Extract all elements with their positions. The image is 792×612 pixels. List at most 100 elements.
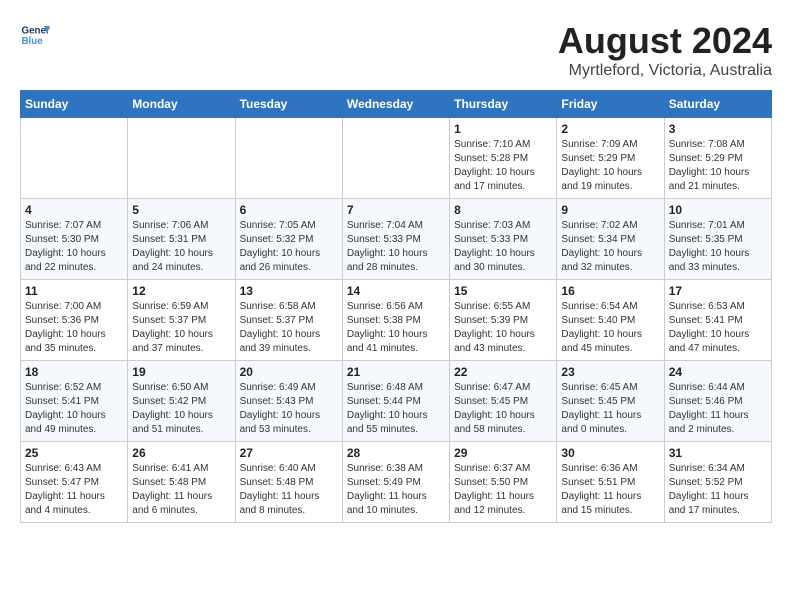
day-number: 29 — [454, 446, 552, 460]
col-saturday: Saturday — [664, 91, 771, 118]
calendar-cell: 27Sunrise: 6:40 AM Sunset: 5:48 PM Dayli… — [235, 442, 342, 523]
calendar-cell — [342, 118, 449, 199]
day-info: Sunrise: 6:53 AM Sunset: 5:41 PM Dayligh… — [669, 300, 767, 356]
day-info: Sunrise: 7:09 AM Sunset: 5:29 PM Dayligh… — [561, 138, 659, 194]
day-info: Sunrise: 7:06 AM Sunset: 5:31 PM Dayligh… — [132, 219, 230, 275]
day-number: 2 — [561, 122, 659, 136]
col-tuesday: Tuesday — [235, 91, 342, 118]
calendar-cell: 18 Sunrise: 6:52 AM Sunset: 5:41 PM Dayli… — [21, 361, 128, 442]
calendar-cell: 26Sunrise: 6:41 AM Sunset: 5:48 PM Dayli… — [128, 442, 235, 523]
day-info: Sunrise: 6:54 AM Sunset: 5:40 PM Dayligh… — [561, 300, 659, 356]
calendar-cell: 2 Sunrise: 7:09 AM Sunset: 5:29 PM Daylig… — [557, 118, 664, 199]
day-number: 1 — [454, 122, 552, 136]
calendar-cell: 31Sunrise: 6:34 AM Sunset: 5:52 PM Dayli… — [664, 442, 771, 523]
calendar-cell: 20Sunrise: 6:49 AM Sunset: 5:43 PM Dayli… — [235, 361, 342, 442]
day-number: 25 — [25, 446, 123, 460]
day-number: 5 — [132, 203, 230, 217]
col-wednesday: Wednesday — [342, 91, 449, 118]
day-info: Sunrise: 7:05 AM Sunset: 5:32 PM Dayligh… — [240, 219, 338, 275]
day-number: 12 — [132, 284, 230, 298]
day-number: 19 — [132, 365, 230, 379]
day-info: Sunrise: 7:02 AM Sunset: 5:34 PM Dayligh… — [561, 219, 659, 275]
calendar-table: Sunday Monday Tuesday Wednesday Thursday… — [20, 90, 772, 523]
day-number: 24 — [669, 365, 767, 379]
day-info: Sunrise: 7:07 AM Sunset: 5:30 PM Dayligh… — [25, 219, 123, 275]
col-thursday: Thursday — [450, 91, 557, 118]
calendar-cell: 23 Sunrise: 6:45 AM Sunset: 5:45 PM Dayli… — [557, 361, 664, 442]
day-number: 22 — [454, 365, 552, 379]
day-number: 13 — [240, 284, 338, 298]
calendar-cell: 14Sunrise: 6:56 AM Sunset: 5:38 PM Dayli… — [342, 280, 449, 361]
day-info: Sunrise: 6:49 AM Sunset: 5:43 PM Dayligh… — [240, 381, 338, 437]
day-number: 6 — [240, 203, 338, 217]
day-number: 31 — [669, 446, 767, 460]
day-info: Sunrise: 6:36 AM Sunset: 5:51 PM Dayligh… — [561, 462, 659, 518]
calendar-cell: 7 Sunrise: 7:04 AM Sunset: 5:33 PM Daylig… — [342, 199, 449, 280]
day-number: 30 — [561, 446, 659, 460]
calendar-title: August 2024 — [558, 20, 772, 62]
day-number: 9 — [561, 203, 659, 217]
calendar-cell: 4 Sunrise: 7:07 AM Sunset: 5:30 PM Daylig… — [21, 199, 128, 280]
day-number: 28 — [347, 446, 445, 460]
calendar-cell: 29 Sunrise: 6:37 AM Sunset: 5:50 PM Dayli… — [450, 442, 557, 523]
day-number: 11 — [25, 284, 123, 298]
day-info: Sunrise: 7:10 AM Sunset: 5:28 PM Dayligh… — [454, 138, 552, 194]
calendar-cell: 5 Sunrise: 7:06 AM Sunset: 5:31 PM Daylig… — [128, 199, 235, 280]
calendar-cell: 25 Sunrise: 6:43 AM Sunset: 5:47 PM Dayli… — [21, 442, 128, 523]
day-info: Sunrise: 7:01 AM Sunset: 5:35 PM Dayligh… — [669, 219, 767, 275]
day-number: 3 — [669, 122, 767, 136]
day-info: Sunrise: 6:56 AM Sunset: 5:38 PM Dayligh… — [347, 300, 445, 356]
day-info: Sunrise: 6:58 AM Sunset: 5:37 PM Dayligh… — [240, 300, 338, 356]
day-info: Sunrise: 7:04 AM Sunset: 5:33 PM Dayligh… — [347, 219, 445, 275]
week-row-3: 11 Sunrise: 7:00 AM Sunset: 5:36 PM Dayli… — [21, 280, 772, 361]
calendar-cell: 19 Sunrise: 6:50 AM Sunset: 5:42 PM Dayli… — [128, 361, 235, 442]
calendar-subtitle: Myrtleford, Victoria, Australia — [558, 62, 772, 80]
calendar-cell: 12 Sunrise: 6:59 AM Sunset: 5:37 PM Dayli… — [128, 280, 235, 361]
logo: General Blue — [20, 20, 50, 50]
calendar-header: Sunday Monday Tuesday Wednesday Thursday… — [21, 91, 772, 118]
day-info: Sunrise: 6:40 AM Sunset: 5:48 PM Dayligh… — [240, 462, 338, 518]
day-info: Sunrise: 6:50 AM Sunset: 5:42 PM Dayligh… — [132, 381, 230, 437]
day-info: Sunrise: 6:44 AM Sunset: 5:46 PM Dayligh… — [669, 381, 767, 437]
calendar-cell: 22Sunrise: 6:47 AM Sunset: 5:45 PM Dayli… — [450, 361, 557, 442]
day-info: Sunrise: 7:00 AM Sunset: 5:36 PM Dayligh… — [25, 300, 123, 356]
day-number: 4 — [25, 203, 123, 217]
day-info: Sunrise: 6:55 AM Sunset: 5:39 PM Dayligh… — [454, 300, 552, 356]
day-number: 18 — [25, 365, 123, 379]
col-monday: Monday — [128, 91, 235, 118]
logo-icon: General Blue — [20, 20, 50, 50]
header-row: Sunday Monday Tuesday Wednesday Thursday… — [21, 91, 772, 118]
day-info: Sunrise: 6:43 AM Sunset: 5:47 PM Dayligh… — [25, 462, 123, 518]
day-info: Sunrise: 6:48 AM Sunset: 5:44 PM Dayligh… — [347, 381, 445, 437]
calendar-cell: 21Sunrise: 6:48 AM Sunset: 5:44 PM Dayli… — [342, 361, 449, 442]
day-info: Sunrise: 6:59 AM Sunset: 5:37 PM Dayligh… — [132, 300, 230, 356]
calendar-cell: 6 Sunrise: 7:05 AM Sunset: 5:32 PM Daylig… — [235, 199, 342, 280]
calendar-cell: 3 Sunrise: 7:08 AM Sunset: 5:29 PM Daylig… — [664, 118, 771, 199]
week-row-5: 25 Sunrise: 6:43 AM Sunset: 5:47 PM Dayli… — [21, 442, 772, 523]
calendar-cell: 24 Sunrise: 6:44 AM Sunset: 5:46 PM Dayli… — [664, 361, 771, 442]
col-friday: Friday — [557, 91, 664, 118]
day-number: 17 — [669, 284, 767, 298]
calendar-cell: 11 Sunrise: 7:00 AM Sunset: 5:36 PM Dayli… — [21, 280, 128, 361]
day-number: 15 — [454, 284, 552, 298]
col-sunday: Sunday — [21, 91, 128, 118]
svg-text:Blue: Blue — [22, 36, 44, 47]
day-number: 23 — [561, 365, 659, 379]
day-info: Sunrise: 7:03 AM Sunset: 5:33 PM Dayligh… — [454, 219, 552, 275]
day-info: Sunrise: 6:38 AM Sunset: 5:49 PM Dayligh… — [347, 462, 445, 518]
day-info: Sunrise: 6:45 AM Sunset: 5:45 PM Dayligh… — [561, 381, 659, 437]
day-number: 10 — [669, 203, 767, 217]
week-row-2: 4 Sunrise: 7:07 AM Sunset: 5:30 PM Daylig… — [21, 199, 772, 280]
calendar-cell: 30 Sunrise: 6:36 AM Sunset: 5:51 PM Dayli… — [557, 442, 664, 523]
calendar-cell: 1 Sunrise: 7:10 AM Sunset: 5:28 PM Daylig… — [450, 118, 557, 199]
day-info: Sunrise: 6:52 AM Sunset: 5:41 PM Dayligh… — [25, 381, 123, 437]
calendar-cell: 15 Sunrise: 6:55 AM Sunset: 5:39 PM Dayli… — [450, 280, 557, 361]
day-info: Sunrise: 6:37 AM Sunset: 5:50 PM Dayligh… — [454, 462, 552, 518]
title-area: August 2024 Myrtleford, Victoria, Austra… — [558, 20, 772, 80]
day-number: 8 — [454, 203, 552, 217]
calendar-cell — [21, 118, 128, 199]
week-row-1: 1 Sunrise: 7:10 AM Sunset: 5:28 PM Daylig… — [21, 118, 772, 199]
day-info: Sunrise: 7:08 AM Sunset: 5:29 PM Dayligh… — [669, 138, 767, 194]
day-number: 7 — [347, 203, 445, 217]
day-info: Sunrise: 6:41 AM Sunset: 5:48 PM Dayligh… — [132, 462, 230, 518]
